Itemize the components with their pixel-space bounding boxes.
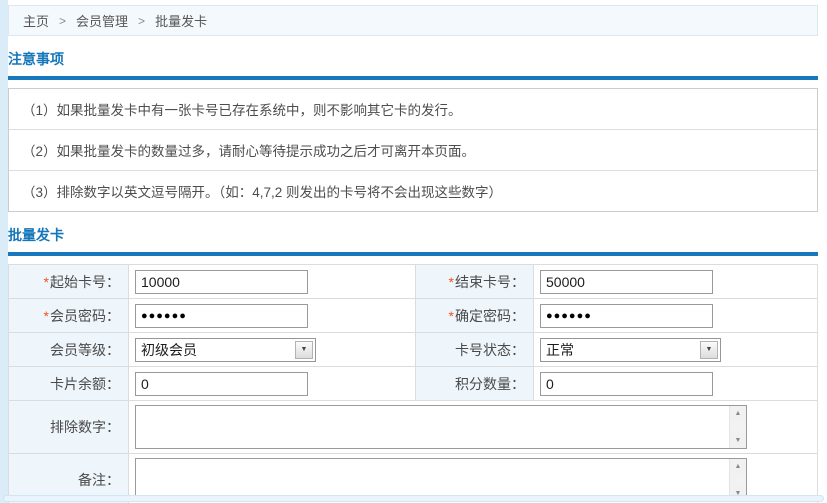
required-marker: * (44, 274, 49, 290)
member-level-select[interactable]: 初级会员 ▼ (135, 338, 316, 362)
confirm-password-input[interactable] (540, 304, 713, 328)
table-row: 卡片余额： 积分数量： (9, 367, 818, 401)
exclude-digits-label: 排除数字： (9, 401, 129, 454)
dropdown-arrow-icon[interactable]: ▼ (700, 341, 718, 359)
form-title-underline (8, 252, 818, 256)
breadcrumb-home[interactable]: 主页 (23, 11, 49, 30)
end-card-label: *结束卡号： (416, 265, 534, 299)
end-card-input[interactable] (540, 270, 713, 294)
exclude-digits-textarea[interactable]: ▲ ▼ (135, 405, 747, 449)
notes-box: （1）如果批量发卡中有一张卡号已存在系统中，则不影响其它卡的发行。 （2）如果批… (8, 88, 818, 212)
note-item-3: （3）排除数字以英文逗号隔开。（如：4,7,2 则发出的卡号将不会出现这些数字） (9, 171, 817, 211)
card-balance-label: 卡片余额： (9, 367, 129, 401)
exclude-digits-cell: ▲ ▼ (129, 401, 818, 454)
breadcrumb-separator: > (59, 14, 66, 28)
scroll-up-icon[interactable]: ▲ (730, 406, 746, 421)
note-item-2: （2）如果批量发卡的数量过多，请耐心等待提示成功之后才可离开本页面。 (9, 130, 817, 171)
exclude-digits-text[interactable] (136, 406, 729, 448)
bottom-strip (3, 495, 824, 502)
card-status-label: 卡号状态： (416, 333, 534, 367)
table-row: 会员等级： 初级会员 ▼ 卡号状态： 正常 ▼ (9, 333, 818, 367)
confirm-password-cell (534, 299, 818, 333)
dropdown-arrow-icon[interactable]: ▼ (295, 341, 313, 359)
textarea-scrollbar[interactable]: ▲ ▼ (729, 406, 746, 448)
card-status-selected-value: 正常 (541, 340, 698, 360)
member-level-selected-value: 初级会员 (136, 340, 293, 360)
confirm-password-label: *确定密码： (416, 299, 534, 333)
card-balance-input[interactable] (135, 372, 308, 396)
breadcrumb-current-page: 批量发卡 (155, 11, 207, 30)
member-password-label: *会员密码： (9, 299, 129, 333)
note-item-1: （1）如果批量发卡中有一张卡号已存在系统中，则不影响其它卡的发行。 (9, 89, 817, 130)
end-card-cell (534, 265, 818, 299)
start-card-label: *起始卡号： (9, 265, 129, 299)
member-password-cell (129, 299, 416, 333)
required-marker: * (449, 274, 454, 290)
page: 主页 > 会员管理 > 批量发卡 注意事项 （1）如果批量发卡中有一张卡号已存在… (0, 0, 827, 503)
scroll-up-icon[interactable]: ▲ (730, 459, 746, 474)
table-row: *会员密码： *确定密码： (9, 299, 818, 333)
member-level-label: 会员等级： (9, 333, 129, 367)
batch-card-form: *起始卡号： *结束卡号： *会员密码： (8, 264, 818, 503)
notes-title-underline (8, 76, 818, 80)
table-row: *起始卡号： *结束卡号： (9, 265, 818, 299)
points-quantity-input[interactable] (540, 372, 713, 396)
card-balance-cell (129, 367, 416, 401)
card-status-select[interactable]: 正常 ▼ (540, 338, 721, 362)
required-marker: * (449, 308, 454, 324)
member-password-input[interactable] (135, 304, 308, 328)
points-quantity-cell (534, 367, 818, 401)
content-area: 主页 > 会员管理 > 批量发卡 注意事项 （1）如果批量发卡中有一张卡号已存在… (8, 0, 818, 503)
points-quantity-label: 积分数量： (416, 367, 534, 401)
card-status-cell: 正常 ▼ (534, 333, 818, 367)
breadcrumb-separator: > (138, 14, 145, 28)
start-card-cell (129, 265, 416, 299)
start-card-input[interactable] (135, 270, 308, 294)
left-margin-strip (0, 0, 8, 503)
table-row: 排除数字： ▲ ▼ (9, 401, 818, 454)
breadcrumb-member-management[interactable]: 会员管理 (76, 11, 128, 30)
member-level-cell: 初级会员 ▼ (129, 333, 416, 367)
required-marker: * (44, 308, 49, 324)
notes-section-title: 注意事项 (8, 49, 818, 69)
breadcrumb: 主页 > 会员管理 > 批量发卡 (8, 5, 818, 36)
scroll-down-icon[interactable]: ▼ (730, 433, 746, 448)
form-section-title: 批量发卡 (8, 225, 818, 245)
